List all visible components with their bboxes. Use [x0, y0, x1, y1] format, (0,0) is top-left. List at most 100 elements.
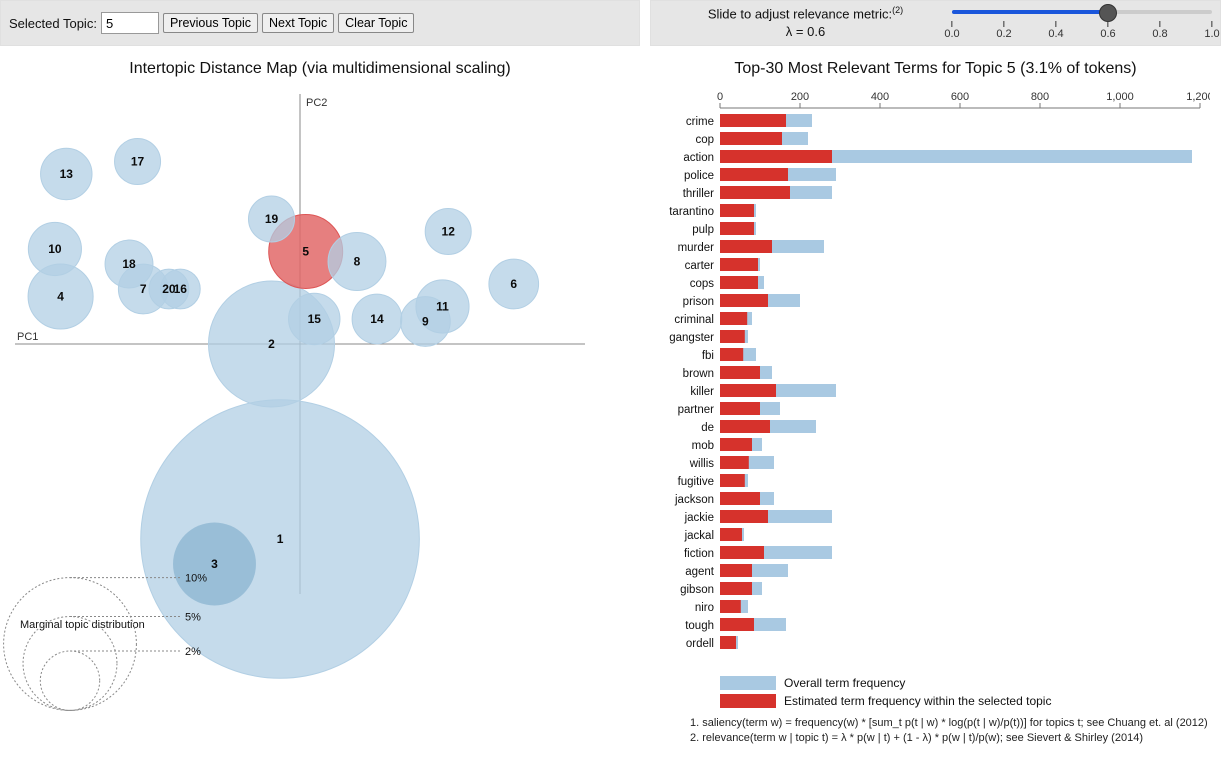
- term-bar-chart[interactable]: 02004006008001,0001,200crimecopactionpol…: [650, 84, 1210, 674]
- topic-bubble-14[interactable]: [352, 294, 402, 344]
- topic-freq-bar[interactable]: [720, 294, 768, 307]
- lambda-value-label: λ = 0.6: [659, 24, 952, 39]
- bars-x-tick-label: 800: [1031, 91, 1049, 103]
- term-label: brown: [683, 368, 714, 380]
- topic-bubble-9[interactable]: [401, 297, 451, 347]
- term-label: carter: [685, 260, 715, 272]
- topic-freq-bar[interactable]: [720, 222, 754, 235]
- topic-freq-bar[interactable]: [720, 600, 741, 613]
- marginal-legend-title: Marginal topic distribution: [20, 619, 145, 631]
- topic-bubble-8[interactable]: [328, 233, 386, 291]
- bars-x-tick-label: 1,200: [1186, 91, 1210, 103]
- topic-control-bar: Selected Topic: Previous Topic Next Topi…: [0, 0, 640, 46]
- topic-bubble-13[interactable]: [41, 148, 92, 199]
- term-label: action: [683, 152, 714, 164]
- term-label: partner: [678, 404, 715, 416]
- marginal-legend-circle-10: [4, 578, 137, 711]
- topic-freq-bar[interactable]: [720, 258, 758, 271]
- topic-bubble-10[interactable]: [28, 222, 81, 275]
- topic-freq-bar[interactable]: [720, 510, 768, 523]
- clear-topic-button[interactable]: Clear Topic: [338, 13, 414, 33]
- topic-freq-bar[interactable]: [720, 564, 752, 577]
- topic-freq-bar[interactable]: [720, 204, 754, 217]
- lambda-slider-bar: Slide to adjust relevance metric:(2) λ =…: [650, 0, 1221, 46]
- slider-tick: 0.8: [1152, 21, 1167, 40]
- selected-topic-input[interactable]: [101, 12, 159, 34]
- topic-bubble-3[interactable]: [173, 523, 256, 606]
- topic-bubble-19[interactable]: [248, 196, 294, 242]
- topic-freq-bar[interactable]: [720, 456, 749, 469]
- topic-freq-bar[interactable]: [720, 240, 772, 253]
- topic-freq-bar[interactable]: [720, 384, 776, 397]
- pc1-label: PC1: [17, 331, 38, 343]
- bars-x-tick-label: 1,000: [1106, 91, 1134, 103]
- pc2-label: PC2: [306, 97, 327, 109]
- topic-bubble-18[interactable]: [105, 240, 153, 288]
- marginal-legend-label-2: 2%: [185, 646, 201, 658]
- next-topic-button[interactable]: Next Topic: [262, 13, 334, 33]
- term-label: willis: [689, 458, 715, 470]
- term-label: killer: [690, 386, 714, 398]
- intertopic-map-title: Intertopic Distance Map (via multidimens…: [0, 60, 640, 78]
- term-label: jackson: [674, 494, 714, 506]
- term-label: cop: [695, 134, 714, 146]
- term-label: jackie: [684, 512, 714, 524]
- bars-x-tick-label: 400: [871, 91, 889, 103]
- legend-overall-label: Overall term frequency: [784, 676, 905, 690]
- topic-freq-bar[interactable]: [720, 348, 743, 361]
- slider-tick: 0.6: [1100, 21, 1115, 40]
- slider-tick: 1.0: [1204, 21, 1219, 40]
- topic-freq-bar[interactable]: [720, 312, 747, 325]
- bars-x-tick-label: 0: [717, 91, 723, 103]
- term-label: ordell: [686, 638, 714, 650]
- topic-freq-bar[interactable]: [720, 276, 758, 289]
- topic-freq-bar[interactable]: [720, 528, 742, 541]
- topic-freq-bar[interactable]: [720, 636, 736, 649]
- topic-freq-bar[interactable]: [720, 402, 760, 415]
- topic-bubble-12[interactable]: [425, 208, 471, 254]
- topic-bubble-20[interactable]: [149, 269, 189, 309]
- topic-freq-bar[interactable]: [720, 186, 790, 199]
- topic-freq-bar[interactable]: [720, 546, 764, 559]
- topic-bubble-17[interactable]: [115, 138, 161, 184]
- topic-freq-bar[interactable]: [720, 150, 832, 163]
- intertopic-distance-map[interactable]: PC1PC21235481011131567914181217191620Mar…: [0, 84, 620, 744]
- topic-freq-bar[interactable]: [720, 330, 745, 343]
- term-label: fiction: [684, 548, 714, 560]
- slider-caption-sup: (2): [892, 5, 903, 15]
- topic-freq-bar[interactable]: [720, 114, 786, 127]
- term-label: crime: [686, 116, 714, 128]
- footnote-2: 2. relevance(term w | topic t) = λ * p(w…: [690, 731, 1221, 746]
- topic-bubble-6[interactable]: [489, 259, 539, 309]
- slider-caption: Slide to adjust relevance metric:(2) λ =…: [659, 3, 952, 39]
- term-label: gibson: [680, 584, 714, 596]
- term-label: fbi: [702, 350, 714, 362]
- topic-bubble-15[interactable]: [289, 293, 340, 344]
- topic-freq-bar[interactable]: [720, 168, 788, 181]
- topic-freq-bar[interactable]: [720, 492, 760, 505]
- term-label: police: [684, 170, 714, 182]
- term-label: criminal: [674, 314, 714, 326]
- term-label: tarantino: [669, 206, 714, 218]
- topic-freq-bar[interactable]: [720, 366, 760, 379]
- term-label: jackal: [684, 530, 714, 542]
- lambda-slider[interactable]: 0.00.20.40.60.81.0: [952, 3, 1212, 43]
- topic-freq-bar[interactable]: [720, 438, 752, 451]
- topic-freq-bar[interactable]: [720, 420, 770, 433]
- term-label: gangster: [669, 332, 714, 344]
- marginal-legend-circle-2: [40, 651, 99, 710]
- topic-freq-bar[interactable]: [720, 618, 754, 631]
- term-label: cops: [690, 278, 715, 290]
- term-label: pulp: [692, 224, 714, 236]
- previous-topic-button[interactable]: Previous Topic: [163, 13, 258, 33]
- topic-freq-bar[interactable]: [720, 474, 745, 487]
- term-label: prison: [683, 296, 714, 308]
- marginal-legend-label-5: 5%: [185, 611, 201, 623]
- topic-freq-bar[interactable]: [720, 582, 752, 595]
- topic-freq-bar[interactable]: [720, 132, 782, 145]
- slider-tick: 0.0: [944, 21, 959, 40]
- selected-topic-label: Selected Topic:: [9, 16, 97, 31]
- term-label: mob: [692, 440, 714, 452]
- term-label: tough: [685, 620, 714, 632]
- footnote-1: 1. saliency(term w) = frequency(w) * [su…: [690, 716, 1221, 731]
